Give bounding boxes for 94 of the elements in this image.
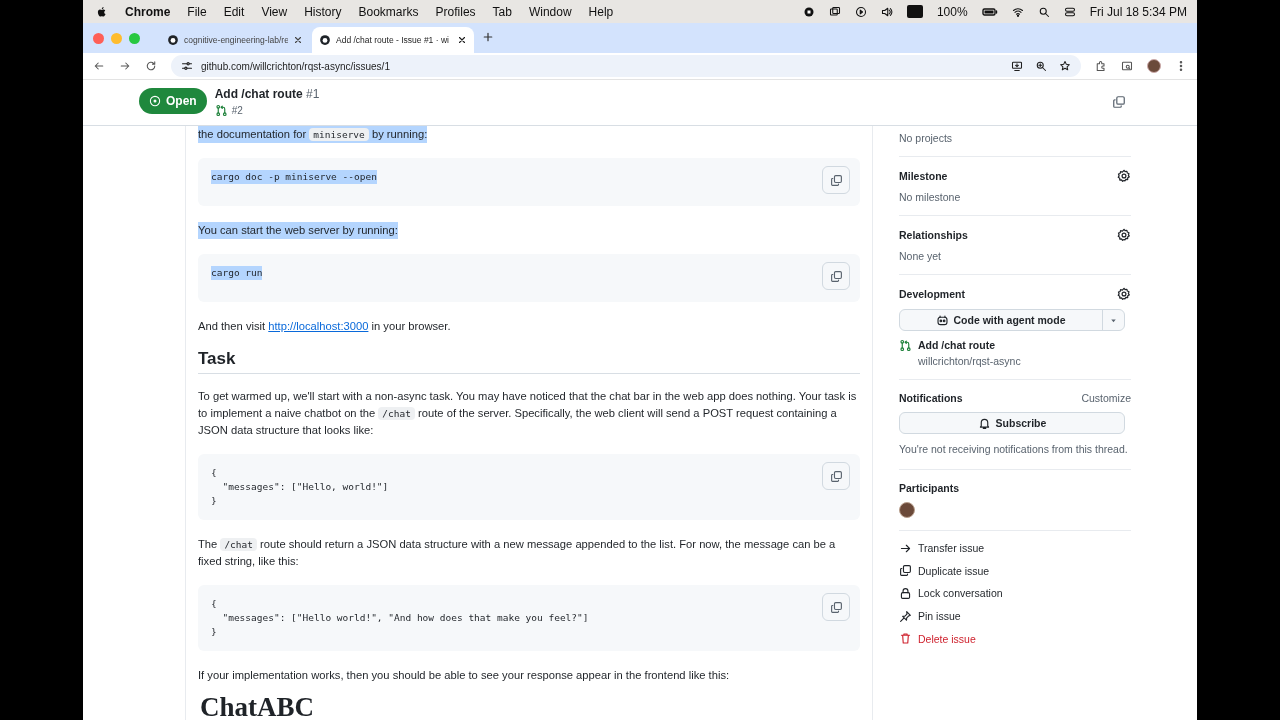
copy-button[interactable] (822, 166, 850, 194)
copy-icon (829, 173, 843, 187)
pull-request-icon (899, 339, 912, 352)
linked-pr-link[interactable]: #2 (231, 105, 243, 116)
clock[interactable]: Fri Jul 18 5:34 PM (1089, 4, 1187, 19)
linked-pr-title[interactable]: Add /chat route (918, 339, 1021, 351)
menu-item[interactable]: Help (588, 4, 614, 19)
plus-icon[interactable] (482, 31, 494, 43)
menu-item[interactable]: View (261, 4, 288, 19)
battery-percent: 100% (936, 4, 968, 19)
sidebar-action[interactable]: Pin issue (899, 604, 1131, 628)
robot-icon (936, 313, 950, 327)
copy-icon (829, 269, 843, 283)
browser-tab[interactable]: cognitive-engineering-lab/re (160, 27, 310, 53)
link[interactable]: http://localhost:3000 (268, 320, 369, 332)
status-label: Open (166, 94, 197, 108)
section-title: Relationships (899, 229, 968, 241)
paragraph: And then visit http://localhost:3000 in your browser. (198, 319, 452, 334)
menu-item[interactable]: File (187, 4, 207, 19)
paragraph: You can start the web server by running: (198, 222, 398, 239)
play-icon[interactable] (854, 5, 867, 18)
forward-icon[interactable] (119, 60, 131, 72)
pull-request-icon (214, 104, 228, 117)
install-icon[interactable] (1011, 60, 1023, 72)
customize-link[interactable]: Customize (1081, 392, 1131, 404)
zoom-icon[interactable] (1035, 60, 1047, 72)
open-status-icon (149, 95, 161, 107)
sidebar-action[interactable]: Transfer issue (899, 537, 1131, 560)
section-title: Notifications (899, 392, 963, 404)
close-icon[interactable] (457, 35, 467, 45)
section-title: Participants (899, 482, 960, 494)
menu-item[interactable]: Window (528, 4, 572, 19)
sidebar-action[interactable]: Delete issue (899, 627, 1131, 650)
copy-icon (829, 469, 843, 483)
trash-icon (899, 632, 912, 646)
close-icon[interactable] (293, 35, 303, 45)
copy-icon (829, 600, 843, 614)
control-center-icon[interactable] (1063, 5, 1076, 18)
reload-icon[interactable] (145, 60, 157, 72)
paragraph: If your implementation works, then you should be able to see your response appear in the frontend like this: (198, 668, 731, 683)
record-icon[interactable] (802, 5, 815, 18)
address-bar[interactable]: github.com/willcrichton/rqst-async/issues/1 (171, 55, 1081, 77)
issue-title: Add /chat route #1 (214, 87, 320, 101)
menu-app-name[interactable]: Chrome (125, 4, 171, 19)
back-icon[interactable] (93, 60, 105, 72)
menu-item[interactable]: Bookmarks (358, 4, 419, 19)
repo-name: willcrichton/rqst-async (918, 355, 1021, 367)
browser-tab[interactable]: Add /chat route - Issue #1 · wi (312, 27, 474, 53)
code-line: } (211, 625, 217, 639)
apple-icon (96, 5, 108, 18)
code-line: { (211, 466, 217, 480)
menu-item[interactable]: Profiles (435, 4, 476, 19)
paragraph: the documentation for miniserve by running: (198, 126, 428, 143)
copy-button[interactable] (822, 262, 850, 290)
section-title: Milestone (899, 170, 948, 182)
star-icon[interactable] (1059, 60, 1071, 72)
notification-note: You're not receiving notifications from this thread. (899, 442, 1129, 457)
copy-icon (1112, 95, 1126, 109)
section-value: None yet (899, 250, 943, 262)
tab-search-icon[interactable] (1121, 60, 1133, 72)
participant-avatar[interactable] (899, 502, 915, 518)
lock-icon (899, 587, 912, 600)
paragraph: The /chat route should return a JSON data structure with a new message appended to the list. For now, the message can be a fixed string, like this: (198, 537, 837, 569)
sidebar-action[interactable]: Lock conversation (899, 582, 1131, 605)
paragraph: To get warmed up, we'll start with a non-async task. You may have noticed that the chat bar in the web app does nothing. Your task is to implement a naive chatbot on the /chat route of the server. Specifically, the web client will send a POST request containing a JSON data structure that looks like: (198, 389, 858, 438)
code-line: { (211, 597, 217, 611)
projects-value: No projects (899, 132, 954, 144)
app-heading: ChatABC (200, 699, 315, 716)
tune-icon[interactable] (181, 60, 193, 72)
settings-icon (1117, 228, 1131, 242)
sidebar-action[interactable]: Duplicate issue (899, 559, 1131, 583)
copy-button[interactable] (822, 462, 850, 490)
code-line: "messages": ["Hello, world!"] (221, 480, 389, 494)
menu-item[interactable]: Tab (492, 4, 512, 19)
settings-icon (1117, 287, 1131, 301)
pin-icon (899, 609, 912, 623)
profile-avatar[interactable] (1147, 59, 1161, 73)
section-value: No milestone (899, 191, 962, 203)
section-heading: Task (198, 350, 860, 374)
bell-icon (977, 416, 991, 430)
copy-button[interactable] (822, 593, 850, 621)
code-line: } (211, 494, 217, 508)
volume-icon[interactable] (880, 5, 893, 18)
menu-item[interactable]: Edit (223, 4, 245, 19)
menu-item[interactable]: History (304, 4, 342, 19)
extension-icon[interactable] (1095, 60, 1107, 72)
section-title: Development (899, 288, 965, 300)
code-line: "messages": ["Hello world!", "And how does that make you feel?"] (221, 611, 589, 625)
windows-icon[interactable] (828, 5, 841, 18)
search-icon[interactable] (1037, 5, 1050, 18)
settings-icon (1117, 169, 1131, 183)
subscribe-button[interactable]: Subscribe (899, 412, 1125, 434)
copy-icon (899, 564, 912, 578)
wifi-icon[interactable] (1011, 5, 1024, 18)
